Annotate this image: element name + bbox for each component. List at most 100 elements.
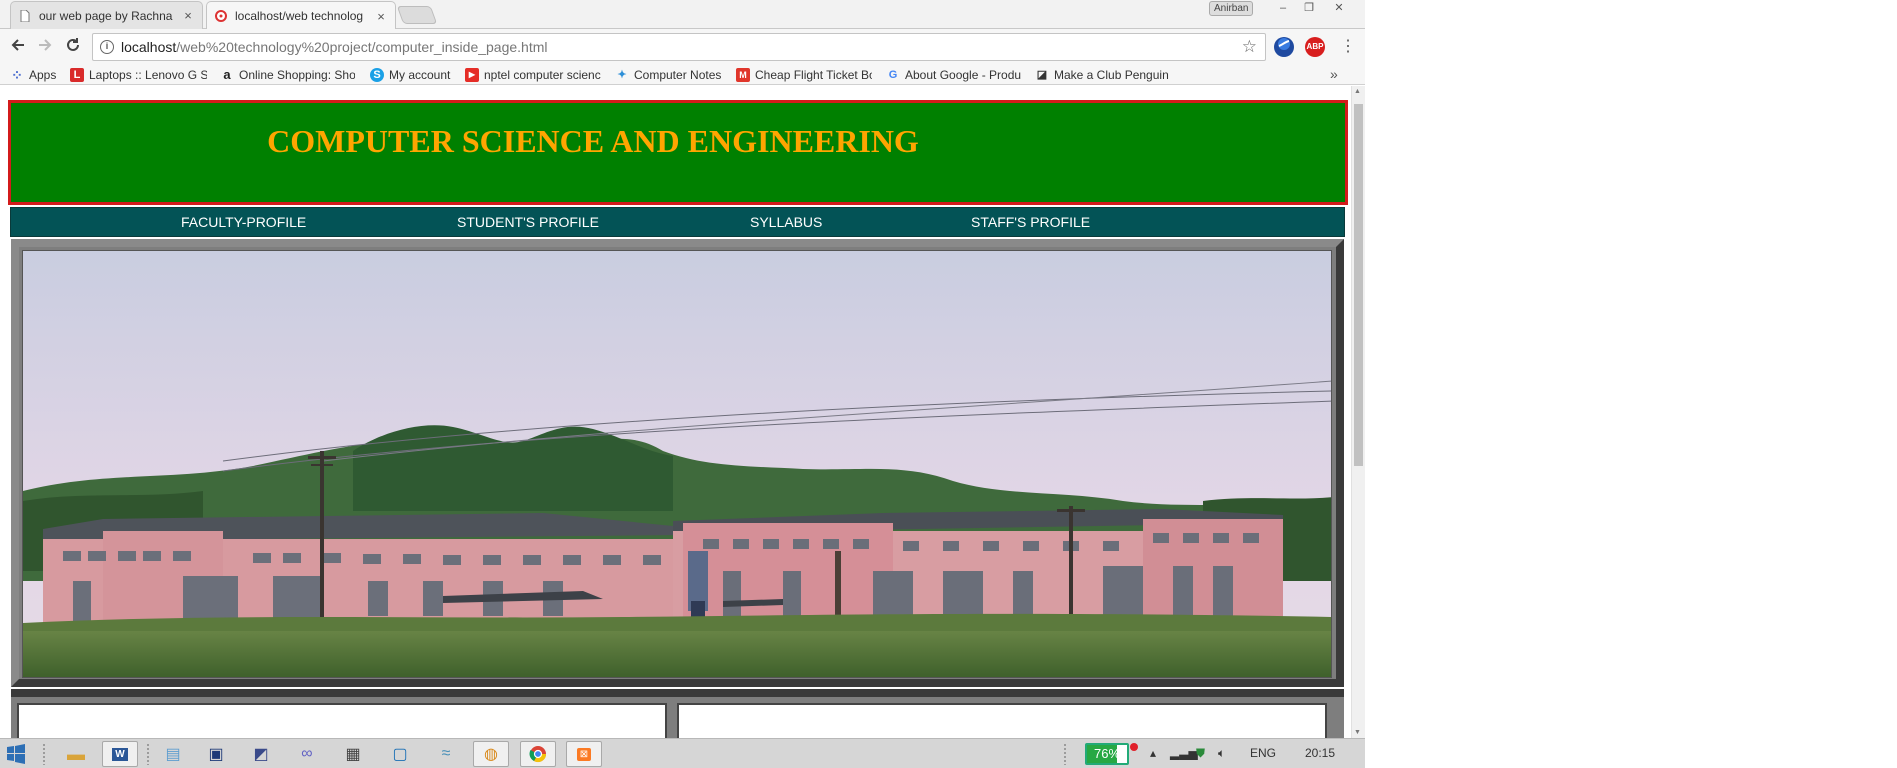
localhost-favicon-icon (215, 9, 227, 23)
xampp-icon[interactable]: ⊠ (566, 741, 602, 767)
bookmark-star-icon[interactable]: ☆ (1242, 37, 1257, 57)
bookmark-computer-notes[interactable]: ✦ Computer Notes (615, 67, 725, 83)
chrome-menu-icon[interactable]: ⋮ (1338, 37, 1358, 57)
tab-title: our web page by Rachna (39, 8, 173, 23)
clock[interactable]: 20:15 (1305, 746, 1335, 760)
sharing-icon[interactable]: ∞ (289, 741, 325, 767)
bookmark-label: Make a Club Penguin (1054, 68, 1169, 82)
restore-icon[interactable]: ❐ (1296, 0, 1322, 17)
bookmark-club-penguin[interactable]: ◪ Make a Club Penguin (1035, 67, 1170, 83)
google-g-icon: G (888, 69, 898, 81)
calculator-icon[interactable]: ▦ (335, 741, 371, 767)
content-box-right (677, 703, 1327, 738)
address-url: localhost/web%20technology%20project/com… (121, 39, 548, 55)
reload-icon[interactable] (63, 37, 83, 57)
scrollbar-thumb[interactable] (1354, 104, 1363, 466)
tab-strip: our web page by Rachna × localhost/web t… (0, 0, 1365, 30)
info-icon[interactable]: i (100, 40, 114, 54)
taskbar-grip (146, 743, 151, 765)
address-bar[interactable]: i localhost/web%20technology%20project/c… (92, 33, 1266, 61)
photo-frame (11, 239, 1344, 687)
taskbar-grip (42, 743, 47, 765)
bookmarks-bar: ⁘ Apps L Laptops :: Lenovo G Se a Online… (0, 65, 1365, 85)
campus-photo (22, 250, 1332, 678)
forward-icon[interactable] (35, 37, 55, 57)
adblock-plus-icon[interactable]: ABP (1305, 37, 1325, 57)
paint-icon[interactable]: ◍ (473, 741, 509, 767)
bookmark-label: About Google - Produ (905, 68, 1022, 82)
show-hidden-icons-icon[interactable]: ▴ (1150, 746, 1156, 760)
bookmark-amazon[interactable]: a Online Shopping: Sho (220, 67, 355, 83)
main-navigation: FACULTY-PROFILE STUDENT'S PROFILE SYLLAB… (10, 207, 1345, 237)
presentation-icon[interactable]: ◩ (243, 741, 279, 767)
bookmark-label: Cheap Flight Ticket Bo (755, 68, 872, 82)
bookmark-label: Online Shopping: Sho (239, 68, 355, 82)
tab-our-web-page[interactable]: our web page by Rachna × (10, 1, 203, 29)
extension-globe-icon[interactable] (1274, 37, 1294, 57)
volume-icon[interactable]: 🔈︎ (1218, 746, 1225, 761)
bookmark-about-google[interactable]: G About Google - Produ (886, 67, 1023, 83)
header-banner: COMPUTER SCIENCE AND ENGINEERING (8, 100, 1348, 205)
skype-icon: S (370, 68, 384, 82)
flight-icon: M (736, 68, 750, 82)
bookmark-my-account[interactable]: S My account (370, 67, 460, 83)
new-tab-button[interactable] (396, 6, 438, 24)
file-explorer-icon[interactable]: ▬ (58, 741, 94, 767)
bookmarks-overflow-icon[interactable]: » (1330, 66, 1338, 82)
back-icon[interactable] (8, 37, 28, 57)
bookmark-label: Computer Notes (634, 68, 722, 82)
url-path: /web%20technology%20project/computer_ins… (176, 39, 548, 55)
language-indicator[interactable]: ENG (1250, 746, 1276, 760)
content-area (11, 689, 1344, 738)
penguin-icon: ◪ (1036, 69, 1048, 81)
scroll-down-icon[interactable]: ▼ (1354, 729, 1361, 736)
content-box-left (17, 703, 667, 738)
lenovo-l-icon: L (70, 68, 84, 82)
tab-localhost[interactable]: localhost/web technolog × (206, 1, 396, 30)
browser-toolbar: i localhost/web%20technology%20project/c… (0, 29, 1365, 65)
page-viewport: COMPUTER SCIENCE AND ENGINEERING FACULTY… (0, 86, 1351, 738)
battery-indicator[interactable]: 76% (1085, 743, 1129, 765)
taskbar: ▬ W ▤ ▣ ◩ ∞ ▦ ▢ ≈ ◍ ⊠ 76% ▴ ▂▃▅ ⛊ 🔈︎ ENG… (0, 738, 1365, 768)
tab-title: localhost/web technolog (235, 9, 364, 23)
amazon-a-icon: a (223, 67, 231, 82)
notes-icon: ✦ (617, 69, 627, 81)
nav-faculty-profile[interactable]: FACULTY-PROFILE (181, 214, 306, 230)
page-icon (19, 9, 31, 23)
nav-staffs-profile[interactable]: STAFF'S PROFILE (971, 214, 1090, 230)
bookmark-label: Apps (29, 68, 57, 82)
media-icon[interactable]: ▣ (198, 741, 234, 767)
scroll-up-icon[interactable]: ▲ (1354, 88, 1361, 95)
bookmark-apps[interactable]: ⁘ Apps (10, 67, 60, 83)
notification-dot-icon (1130, 743, 1138, 751)
nav-students-profile[interactable]: STUDENT'S PROFILE (457, 214, 599, 230)
chrome-icon[interactable] (520, 741, 556, 767)
bookmark-label: nptel computer scienc (484, 68, 601, 82)
signal-icon[interactable]: ▂▃▅ (1170, 746, 1198, 760)
network-app-icon[interactable]: ≈ (428, 741, 464, 767)
taskbar-grip (1063, 743, 1068, 765)
page-title: COMPUTER SCIENCE AND ENGINEERING (267, 123, 919, 159)
battery-percent: 76% (1093, 746, 1121, 761)
tab-close-icon[interactable]: × (180, 8, 196, 23)
profile-badge[interactable]: Anirban (1209, 1, 1254, 16)
security-shield-icon[interactable]: ⛊ (1196, 746, 1205, 761)
screen: our web page by Rachna × localhost/web t… (0, 0, 1365, 768)
tab-close-icon[interactable]: × (373, 9, 389, 24)
minimize-icon[interactable]: – (1270, 0, 1296, 17)
nav-syllabus[interactable]: SYLLABUS (750, 214, 822, 230)
settings-app-icon[interactable]: ▢ (382, 741, 418, 767)
youtube-icon: ▶ (465, 68, 479, 82)
apps-grid-icon: ⁘ (11, 67, 23, 83)
page-scrollbar[interactable]: ▲ ▼ (1351, 86, 1365, 738)
close-window-icon[interactable]: ✕ (1326, 0, 1352, 17)
bookmark-nptel[interactable]: ▶ nptel computer scienc (465, 67, 603, 83)
bookmark-lenovo[interactable]: L Laptops :: Lenovo G Se (70, 67, 207, 83)
word-icon[interactable]: W (102, 741, 138, 767)
bookmark-label: Laptops :: Lenovo G Se (89, 68, 207, 82)
url-host: localhost (121, 39, 177, 55)
bookmark-cheap-flight[interactable]: M Cheap Flight Ticket Bo (736, 67, 872, 83)
notepad-icon[interactable]: ▤ (155, 741, 191, 767)
start-button[interactable] (0, 741, 32, 767)
bookmark-label: My account (389, 68, 451, 82)
